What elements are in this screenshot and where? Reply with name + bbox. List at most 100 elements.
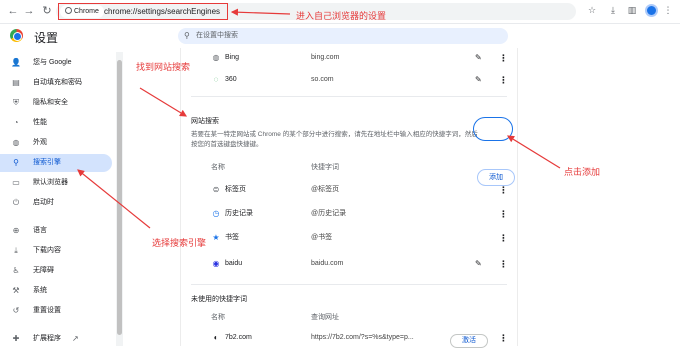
shield-icon: ⛨ [13,98,19,107]
more-icon[interactable]: ⋮ [499,204,508,224]
sidebar-item[interactable]: ▭ 默认浏览器 [0,174,116,192]
history-icon: ◷ [212,209,220,218]
inactive-name: 7b2.com [225,334,252,341]
chrome-logo-icon [10,29,23,42]
sidebar-item-label: 隐私和安全 [33,99,68,106]
edit-icon[interactable]: ✎ [475,48,482,68]
more-icon[interactable]: ⋮ [499,48,508,68]
sidebar-item-label: 性能 [33,119,47,126]
profile-avatar[interactable] [645,4,658,17]
power-icon: ⏻ [12,198,20,207]
site-search-name: 历史记录 [225,210,253,217]
sidebar-item-label: 下载内容 [33,247,61,254]
forward-icon[interactable]: → [22,4,36,18]
sidebar-item[interactable]: 👤 您与 Google [0,54,116,72]
engine-name: 360 [225,76,237,83]
more-icon[interactable]: ⋮ [499,70,508,90]
bookmark-star-icon[interactable]: ☆ [586,5,598,16]
sidebar-item[interactable]: ⤓ 下载内容 [0,242,116,260]
page-title: 设置 [34,31,59,45]
baidu-icon: ◉ [212,259,220,268]
search-icon: ⚲ [184,31,190,40]
site-search-description: 若要在某一特定网站或 Chrome 的某个部分中进行搜索，请先在地址栏中输入相应… [191,131,478,148]
sidebar-item[interactable]: ⛨ 隐私和安全 [0,94,116,112]
engine-key: so.com [311,76,334,83]
more-icon[interactable]: ⋮ [499,328,508,348]
annotation-click-add: 点击添加 [564,167,601,177]
reload-icon[interactable]: ↻ [40,4,54,18]
search-engines-panel: ◍ Bing bing.com ✎ ⋮ ◌ 360 so.com ✎ ⋮ 网站搜… [180,48,518,346]
browser-icon: ▭ [12,178,20,187]
sidebar-item[interactable]: ⏻ 启动时 [0,194,116,212]
add-button-highlight-ring [473,117,513,141]
accessibility-icon: ♿ [12,266,20,275]
divider [191,284,507,285]
settings-search-input[interactable]: ⚲ 在设置中搜索 [178,28,508,44]
annotation-choose-engine: 选择搜索引擎 [152,238,207,248]
sidebar-item-label: 重置设置 [33,307,61,314]
more-icon[interactable]: ⋮ [499,228,508,248]
engine-row[interactable]: ◌ 360 so.com ✎ ⋮ [181,70,517,90]
sidebar-item-label: 自动填充和密码 [33,79,82,86]
site-search-row[interactable]: ◷ 历史记录 @历史记录 ⋮ [181,204,517,224]
open-external-icon[interactable]: ↗ [72,330,79,348]
sidebar-item-label: 系统 [33,287,47,294]
sidebar-item[interactable]: ⚒ 系统 [0,282,116,300]
more-icon[interactable]: ⋮ [499,254,508,274]
inactive-url: https://7b2.com/?s=%s&type=p... [311,334,414,341]
gauge-icon: ◔ [13,118,19,127]
sidebar-scrollbar-thumb[interactable] [117,60,122,335]
sidebar-item[interactable]: ↺ 重置设置 [0,302,116,320]
site-search-key: @书签 [311,234,333,241]
puzzle-icon: ✚ [12,334,20,343]
site-search-row[interactable]: ★ 书签 @书签 ⋮ [181,228,517,248]
side-panel-icon[interactable]: ▥ [626,5,638,16]
sidebar-item[interactable]: ◍ 外观 [0,134,116,152]
column-header-name: 名称 [211,314,225,321]
search-placeholder: 在设置中搜索 [196,32,238,39]
wrench-icon: ⚒ [12,286,20,295]
engine-name: Bing [225,54,240,61]
tab-icon: ⊜ [212,185,220,194]
person-icon: 👤 [11,58,21,67]
back-icon[interactable]: ← [6,4,20,18]
palette-icon: ◍ [12,138,20,147]
annotation-find-site-search: 找到网站搜索 [136,62,191,72]
sidebar-item[interactable]: ◔ 性能 [0,114,116,132]
sidebar-item[interactable]: ⊕ 语言 [0,222,116,240]
edit-icon[interactable]: ✎ [475,70,482,90]
sidebar-item[interactable]: ✚ 扩展程序 [0,330,116,348]
sidebar-item-label: 无障碍 [33,267,54,274]
sidebar-item[interactable]: ♿ 无障碍 [0,262,116,280]
engine-key: bing.com [311,54,340,61]
site-search-row[interactable]: ⊜ 标签页 @标签页 ⋮ [181,180,517,200]
edit-icon[interactable]: ✎ [475,254,482,274]
column-header-name: 名称 [211,164,225,171]
download-icon[interactable]: ⤓ [607,5,619,16]
menu-kebab-icon[interactable]: ⋮ [662,5,674,16]
site-favicon-icon: ◐ [213,333,219,342]
globe-icon: ⊕ [12,226,20,235]
url-highlight-box [58,3,228,20]
site-search-name: baidu [225,260,243,267]
360-icon: ◌ [213,75,219,84]
search-icon: ⚲ [13,158,19,167]
site-search-row[interactable]: ◉ baidu baidu.com ✎ ⋮ [181,254,517,274]
bing-icon: ◍ [212,53,220,62]
sidebar-item[interactable]: ▤ 自动填充和密码 [0,74,116,92]
more-icon[interactable]: ⋮ [499,180,508,200]
site-search-name: 标签页 [225,186,246,193]
column-header-url: 查询网址 [311,314,339,321]
clipboard-icon: ▤ [12,78,20,87]
inactive-shortcuts-title: 未使用的快捷字词 [191,296,247,303]
sidebar-item-label: 您与 Google [33,59,72,66]
download-icon: ⤓ [14,246,18,255]
sidebar-item[interactable]: ⚲ 搜索引擎 [0,154,112,172]
site-search-key: @历史记录 [311,210,347,217]
site-search-title: 网站搜索 [191,118,219,125]
site-search-key: @标签页 [311,186,340,193]
divider [191,96,507,97]
sidebar-item-label: 默认浏览器 [33,179,68,186]
sidebar-item-label: 搜索引擎 [33,159,61,166]
engine-row[interactable]: ◍ Bing bing.com ✎ ⋮ [181,48,517,68]
